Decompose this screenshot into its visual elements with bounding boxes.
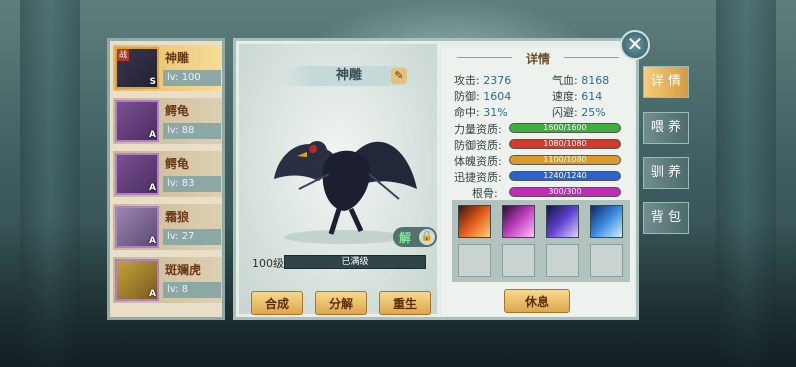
eagle-avatar: 战 S	[115, 47, 159, 89]
pet-level: lv: 100	[163, 70, 221, 86]
pet-list-item[interactable]: A 鳄龟 lv: 88	[113, 98, 222, 144]
empty-skill-slot[interactable]	[502, 244, 535, 277]
grade-badge: S	[149, 77, 156, 87]
skill-grid	[452, 200, 630, 282]
detail-panel: 详情 攻击: 2376 气血: 8168 防御: 1604 速度: 614 命中…	[442, 48, 634, 316]
aptitude-bar: 1240/1240	[509, 171, 621, 181]
rest-button[interactable]: 休息	[504, 289, 570, 313]
pet-list[interactable]: 战 S 神雕 lv: 100 A 鳄龟 lv: 88 A 鳄龟 lv: 83 A…	[107, 38, 225, 320]
decompose-button[interactable]: 分解	[315, 291, 367, 315]
aptitude-bar: 300/300	[509, 187, 621, 197]
pet-name: 斑斓虎	[165, 263, 202, 277]
close-icon[interactable]: ✕	[620, 30, 650, 60]
empty-skill-slot[interactable]	[546, 244, 579, 277]
fire-skill-icon[interactable]	[458, 205, 491, 238]
tab-train[interactable]: 驯 养	[643, 157, 689, 189]
pet-level: lv: 83	[163, 176, 221, 192]
grade-badge: A	[149, 130, 156, 140]
aptitude-label: 根骨:	[472, 187, 498, 200]
eagle-model	[274, 141, 417, 244]
pet-level: lv: 27	[163, 229, 221, 245]
grade-badge: A	[149, 289, 156, 299]
stat-speed: 速度: 614	[552, 90, 603, 103]
tab-bag[interactable]: 背 包	[643, 202, 689, 234]
merge-button[interactable]: 合成	[251, 291, 303, 315]
pet-name: 鳄龟	[165, 104, 190, 118]
aptitude-label: 力量资质:	[454, 123, 502, 136]
aptitude-label: 迅捷资质:	[454, 171, 502, 184]
battle-mark: 战	[117, 49, 129, 61]
empty-skill-slot[interactable]	[458, 244, 491, 277]
pet-display-panel: 神雕 ✎ 解 🔒 100级 已满级 合成 分解 重生	[239, 44, 437, 315]
wolf-avatar: A	[115, 206, 159, 248]
turtle-avatar: A	[115, 100, 159, 142]
tiger-avatar: A	[115, 259, 159, 301]
stat-defense: 防御: 1604	[454, 90, 512, 103]
claw-skill-icon[interactable]	[502, 205, 535, 238]
turtle-avatar: A	[115, 153, 159, 195]
tab-details[interactable]: 详 情	[643, 66, 689, 98]
pet-list-item[interactable]: A 鳄龟 lv: 83	[113, 151, 222, 197]
pet-name: 霜狼	[165, 210, 190, 224]
level-label: 100级	[252, 257, 284, 270]
empty-skill-slot[interactable]	[590, 244, 623, 277]
aptitude-bar: 1100/1080	[509, 155, 621, 165]
aptitude-label: 体魄资质:	[454, 155, 502, 168]
stat-hit: 命中: 31%	[454, 106, 508, 119]
pet-level: lv: 88	[163, 123, 221, 139]
stat-attack: 攻击: 2376	[454, 74, 512, 87]
grade-badge: A	[149, 183, 156, 193]
wind-skill-icon[interactable]	[590, 205, 623, 238]
pet-list-item[interactable]: 战 S 神雕 lv: 100	[113, 45, 222, 91]
pet-detail-window: 神雕 ✎ 解 🔒 100级 已满级 合成 分解 重生 详情 攻击: 2376 气…	[233, 38, 639, 320]
pet-level: lv: 8	[163, 282, 221, 298]
exp-bar: 已满级	[284, 255, 426, 269]
aptitude-bar: 1080/1080	[509, 139, 621, 149]
unlock-label: 解	[399, 231, 412, 245]
edit-name-icon[interactable]: ✎	[391, 68, 407, 84]
tab-feed[interactable]: 喂 养	[643, 112, 689, 144]
rebirth-button[interactable]: 重生	[379, 291, 431, 315]
detail-title: 详情	[525, 52, 550, 66]
pet-name: 鳄龟	[165, 157, 190, 171]
grade-badge: A	[149, 236, 156, 246]
pet-list-item[interactable]: A 霜狼 lv: 27	[113, 204, 222, 250]
aptitude-bar: 1600/1600	[509, 123, 621, 133]
stat-hp: 气血: 8168	[552, 74, 610, 87]
pet-name: 神雕	[165, 51, 190, 65]
stat-dodge: 闪避: 25%	[552, 106, 606, 119]
slash-skill-icon[interactable]	[546, 205, 579, 238]
unlock-toggle[interactable]: 解 🔒	[393, 227, 437, 247]
pet-list-item[interactable]: A 斑斓虎 lv: 8	[113, 257, 222, 303]
lock-icon: 🔒	[419, 229, 435, 245]
exp-status: 已满级	[341, 257, 369, 267]
aptitude-label: 防御资质:	[454, 139, 502, 152]
